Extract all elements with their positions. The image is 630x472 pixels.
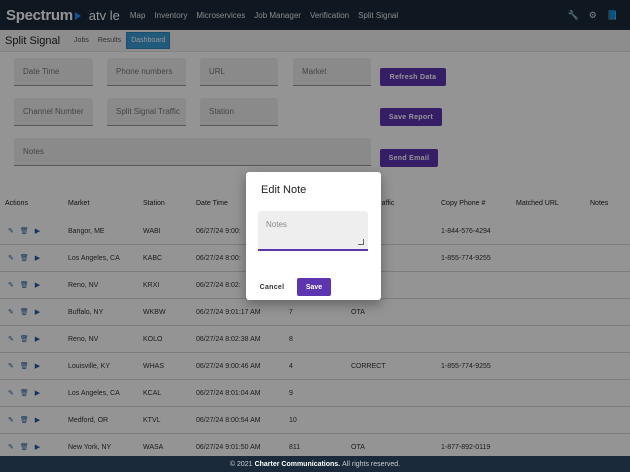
footer-rights: All rights reserved. <box>342 460 401 468</box>
footer: © 2021 Charter Communications. All right… <box>0 456 630 472</box>
footer-company: Charter Communications. <box>254 460 341 468</box>
cancel-button[interactable]: Cancel <box>252 278 292 296</box>
resize-handle-icon[interactable] <box>358 239 364 245</box>
notes-textarea[interactable]: Notes <box>258 211 368 251</box>
save-button[interactable]: Save <box>297 278 331 296</box>
notes-label: Notes <box>266 220 287 229</box>
dialog-title: Edit Note <box>261 184 307 196</box>
footer-copyright: © 2021 <box>229 460 253 468</box>
edit-note-dialog: Edit Note Notes Cancel Save <box>246 172 381 300</box>
